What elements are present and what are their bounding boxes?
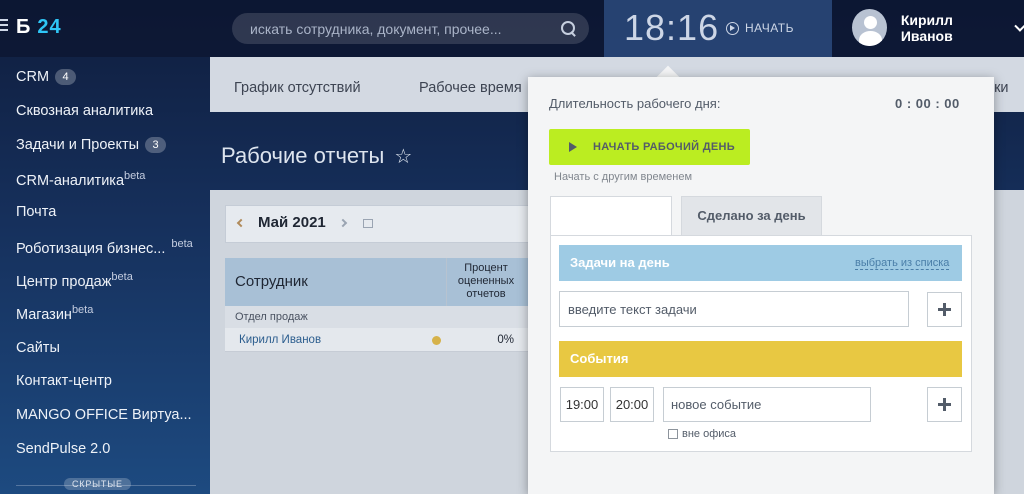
department-label: Отдел продаж [235, 311, 308, 323]
sidebar-item-label: Почта [16, 204, 57, 220]
sidebar-item-mango-office[interactable]: MANGO OFFICE Виртуа... [16, 407, 192, 423]
duration-value: 0 : 00 : 00 [895, 96, 960, 111]
employee-name-link[interactable]: Кирилл Иванов [239, 334, 321, 346]
sidebar-item-label: CRM [16, 69, 50, 85]
sidebar-item-mail[interactable]: Почта [16, 204, 56, 220]
beta-label: beta [171, 238, 193, 250]
sidebar-item-label: Сквозная аналитика [16, 103, 154, 119]
sidebar-item-crm[interactable]: CRM 4 [16, 69, 77, 85]
sidebar-item-label: Роботизация бизнес... [16, 240, 166, 257]
start-workday-button[interactable]: НАЧАТЬ РАБОЧИЙ ДЕНЬ [549, 129, 750, 165]
search-bar[interactable] [232, 13, 589, 44]
beta-label: beta [111, 271, 133, 283]
column-header-percent: Процент оцененных отчетов [457, 262, 515, 300]
tasks-title: Задачи на день [570, 255, 670, 270]
calendar-icon[interactable] [363, 219, 373, 228]
task-input[interactable] [559, 291, 909, 327]
page-title-text: Рабочие отчеты [221, 143, 385, 168]
counter-badge: 4 [55, 69, 77, 85]
logo-main: Б [16, 16, 32, 38]
sidebar-item-label: Контакт-центр [16, 373, 112, 389]
offsite-label: вне офиса [682, 428, 737, 440]
search-input[interactable] [250, 20, 561, 37]
logo[interactable]: Б 24 [16, 16, 62, 39]
tab-day-plan[interactable]: План на день [550, 196, 672, 236]
top-bar: Б24 18:16 НАЧАТЬ Кирилл Иванов [0, 0, 1024, 57]
tab-day-done[interactable]: Сделано за день [681, 196, 822, 236]
sidebar-item-label: Задачи и Проекты [16, 137, 140, 153]
sidebar-item-analytics[interactable]: Сквозная аналитика [16, 103, 153, 119]
pick-from-list-link[interactable]: выбрать из списка [855, 257, 950, 270]
menu-icon[interactable] [0, 19, 8, 31]
employee-percent: 0% [497, 334, 514, 346]
sidebar-item-automation[interactable]: Роботизация бизнес... beta [16, 238, 193, 257]
sidebar-item-contact-center[interactable]: Контакт-центр [16, 373, 112, 389]
search-icon[interactable] [561, 20, 577, 37]
star-icon[interactable]: ☆ [394, 144, 412, 169]
duration-label: Длительность рабочего дня: [549, 96, 721, 111]
beta-label: beta [124, 170, 146, 182]
add-event-button[interactable] [927, 387, 962, 422]
beta-label: beta [71, 304, 94, 316]
sidebar-item-tasks[interactable]: Задачи и Проекты 3 [16, 137, 167, 153]
offsite-option[interactable]: вне офиса [668, 428, 736, 440]
sidebar-item-shop[interactable]: Магазинbeta [16, 304, 93, 323]
sidebar-item-label: MANGO OFFICE Виртуа... [16, 407, 192, 423]
start-other-time-link[interactable]: Начать с другим временем [554, 171, 692, 183]
sidebar-item-label: Сайты [16, 340, 60, 356]
logo-accent: 24 [37, 16, 62, 38]
tab-work-time[interactable]: Рабочее время [419, 80, 522, 96]
counter-badge: 3 [145, 137, 167, 153]
start-label: НАЧАТЬ [745, 21, 795, 35]
offsite-checkbox[interactable] [668, 429, 678, 439]
avatar[interactable] [852, 9, 887, 46]
tab-absence-chart[interactable]: График отсутствий [234, 80, 361, 96]
event-end-time-input[interactable] [610, 387, 654, 422]
event-start-time-input[interactable] [560, 387, 604, 422]
column-header-employee: Сотрудник [235, 273, 308, 290]
sidebar-item-sites[interactable]: Сайты [16, 340, 60, 356]
sidebar-item-crm-analytics[interactable]: CRM-аналитикаbeta [16, 170, 145, 189]
plus-icon [938, 398, 951, 411]
smile-icon [432, 336, 441, 345]
work-time-widget[interactable]: 18:16 НАЧАТЬ [604, 0, 832, 57]
play-circle-icon [726, 21, 739, 35]
sidebar-item-sendpulse[interactable]: SendPulse 2.0 [16, 441, 110, 457]
user-name[interactable]: Кирилл Иванов [901, 12, 1003, 44]
sidebar: CRM 4 Сквозная аналитика Задачи и Проекты… [0, 57, 210, 494]
start-workday-label: НАЧАТЬ РАБОЧИЙ ДЕНЬ [593, 141, 735, 153]
chevron-down-icon[interactable] [1014, 19, 1024, 32]
add-task-button[interactable] [927, 292, 962, 327]
hidden-items-toggle[interactable]: СКРЫТЫЕ [16, 478, 196, 492]
user-menu[interactable]: Кирилл Иванов [852, 9, 1024, 46]
clock[interactable]: 18:16 [624, 7, 719, 49]
play-icon [569, 142, 577, 152]
sidebar-item-label: SendPulse 2.0 [16, 441, 111, 457]
hidden-label: СКРЫТЫЕ [64, 478, 131, 490]
sidebar-item-sales-center[interactable]: Центр продажbeta [16, 271, 133, 290]
event-title-input[interactable] [663, 387, 871, 422]
plus-icon [938, 303, 951, 316]
sidebar-item-label: Центр продаж [16, 273, 112, 290]
sidebar-item-label: CRM-аналитика [16, 172, 125, 189]
start-workday-link[interactable]: НАЧАТЬ [726, 21, 794, 35]
page-title: Рабочие отчеты ☆ [221, 143, 412, 169]
month-label: Май 2021 [258, 214, 326, 231]
sidebar-item-label: Магазин [16, 306, 72, 323]
events-title: События [570, 351, 629, 366]
